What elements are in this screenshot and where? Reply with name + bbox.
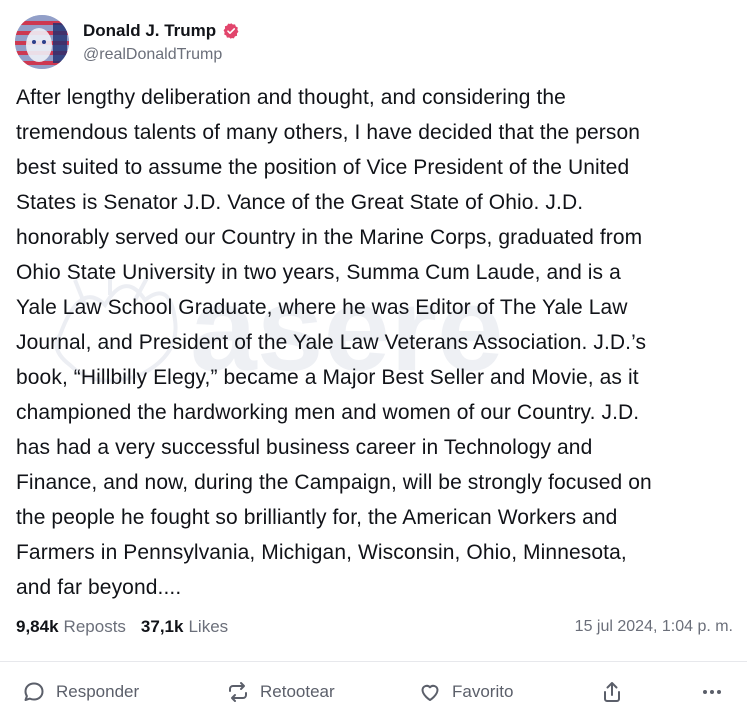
share-button[interactable] <box>600 672 624 712</box>
speech-bubble-icon <box>24 682 44 701</box>
post-stats: 9,84k Reposts 37,1k Likes 15 jul 2024, 1… <box>16 617 733 637</box>
reply-label: Responder <box>56 682 140 701</box>
reply-button[interactable]: Responder <box>22 672 139 712</box>
more-icon <box>703 690 721 694</box>
divider <box>0 661 747 662</box>
retoot-label: Retootear <box>260 682 335 701</box>
share-icon <box>604 682 620 702</box>
verified-badge-icon <box>223 22 239 39</box>
avatar-image <box>15 15 69 69</box>
likes-count[interactable]: 37,1k <box>141 617 184 637</box>
post-header: Donald J. Trump @realDonaldTrump <box>15 14 240 70</box>
favorite-button[interactable]: Favorito <box>418 672 513 712</box>
likes-label[interactable]: Likes <box>188 617 228 637</box>
repost-arrows-icon <box>229 682 247 702</box>
post-text: After lengthy deliberation and thought, … <box>16 86 652 599</box>
display-name[interactable]: Donald J. Trump <box>83 21 216 41</box>
retoot-button[interactable]: Retootear <box>226 672 335 712</box>
user-handle[interactable]: @realDonaldTrump <box>83 46 240 64</box>
more-options-button[interactable] <box>700 672 724 712</box>
favorite-label: Favorito <box>452 682 514 701</box>
action-bar: Responder Retootear Favorito <box>0 672 747 712</box>
avatar[interactable] <box>15 15 69 69</box>
post-timestamp[interactable]: 15 jul 2024, 1:04 p. m. <box>575 618 733 636</box>
heart-icon <box>421 684 439 701</box>
reposts-label[interactable]: Reposts <box>64 617 126 637</box>
reposts-count[interactable]: 9,84k <box>16 617 59 637</box>
